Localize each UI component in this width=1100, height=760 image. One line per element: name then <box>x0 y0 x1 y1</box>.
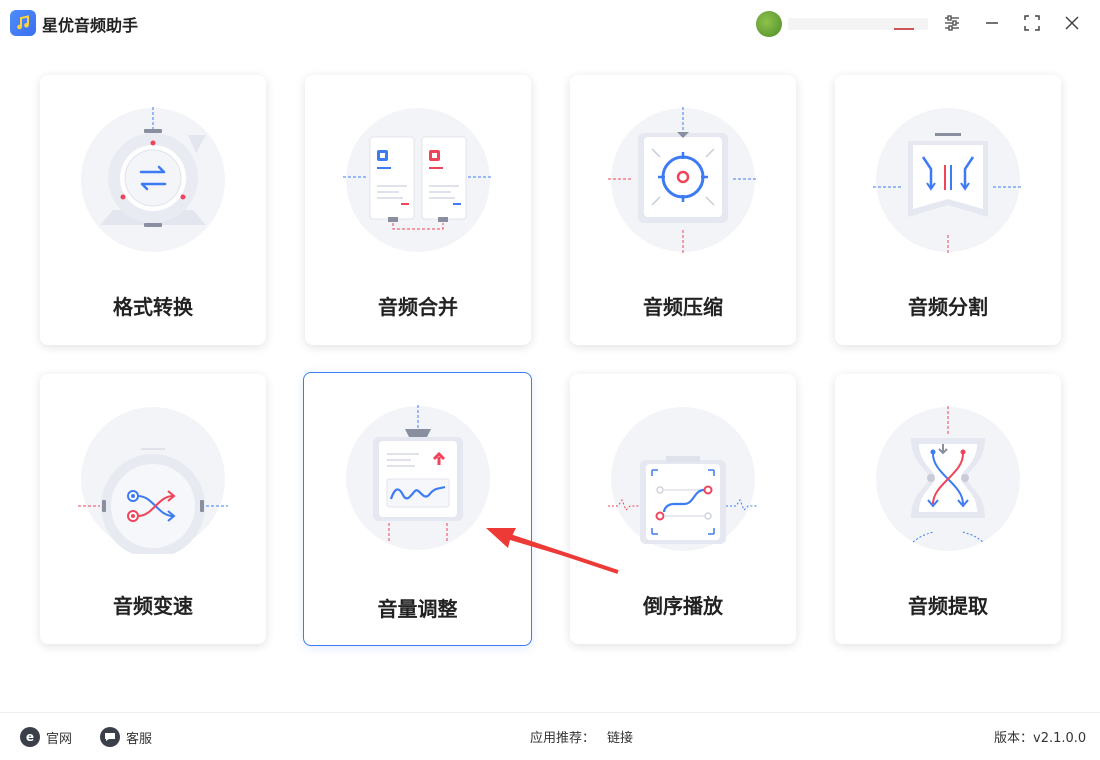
maximize-icon[interactable] <box>1020 11 1044 35</box>
card-label: 音量调整 <box>377 597 458 621</box>
audio-compress-icon <box>608 105 758 255</box>
card-label: 倒序播放 <box>643 594 723 618</box>
user-account[interactable] <box>756 10 928 38</box>
card-label: 音频压缩 <box>643 295 723 319</box>
globe-icon: e <box>20 727 40 747</box>
reverse-play-icon <box>608 404 758 554</box>
card-label: 音频分割 <box>908 295 988 319</box>
card-volume-adjust[interactable]: 音量调整 <box>303 372 532 646</box>
recommend-label: 应用推荐： <box>530 731 596 746</box>
card-label: 音频提取 <box>908 594 988 618</box>
card-audio-split[interactable]: 音频分割 <box>835 75 1061 345</box>
settings-icon[interactable] <box>940 11 964 35</box>
username-redacted <box>788 18 928 30</box>
app-title: 星优音频助手 <box>42 16 139 35</box>
audio-extract-icon <box>873 404 1023 554</box>
footer: e 官网 客服 应用推荐： 链接 版本：v2.1.0.0 <box>0 712 1100 760</box>
audio-speed-icon <box>78 404 228 558</box>
card-audio-speed[interactable]: 音频变速 <box>40 374 266 644</box>
card-format-convert[interactable]: 格式转换 <box>40 75 266 345</box>
card-label: 音频合并 <box>378 295 458 319</box>
minimize-icon[interactable] <box>980 11 1004 35</box>
user-avatar[interactable] <box>756 11 782 37</box>
card-audio-merge[interactable]: 音频合并 <box>305 75 531 345</box>
app-recommend: 应用推荐： 链接 <box>530 727 633 746</box>
format-convert-icon <box>78 105 228 255</box>
volume-adjust-icon <box>343 403 493 553</box>
title-bar: 星优音频助手 <box>0 0 1100 46</box>
official-site-label[interactable]: 官网 <box>46 728 72 747</box>
customer-service-link[interactable]: 客服 <box>100 727 152 747</box>
audio-split-icon <box>873 105 1023 255</box>
close-icon[interactable] <box>1060 11 1084 35</box>
chat-bubble-icon <box>100 727 120 747</box>
card-label: 音频变速 <box>113 594 193 618</box>
card-label: 格式转换 <box>113 295 193 319</box>
music-note-icon <box>10 10 36 36</box>
audio-merge-icon <box>343 105 493 255</box>
recommend-link[interactable]: 链接 <box>607 727 633 746</box>
version-text: 版本：v2.1.0.0 <box>994 731 1087 746</box>
customer-service-label[interactable]: 客服 <box>126 728 152 747</box>
card-reverse-play[interactable]: 倒序播放 <box>570 374 796 644</box>
card-audio-extract[interactable]: 音频提取 <box>835 374 1061 644</box>
card-audio-compress[interactable]: 音频压缩 <box>570 75 796 345</box>
official-site-link[interactable]: e 官网 <box>20 727 72 747</box>
